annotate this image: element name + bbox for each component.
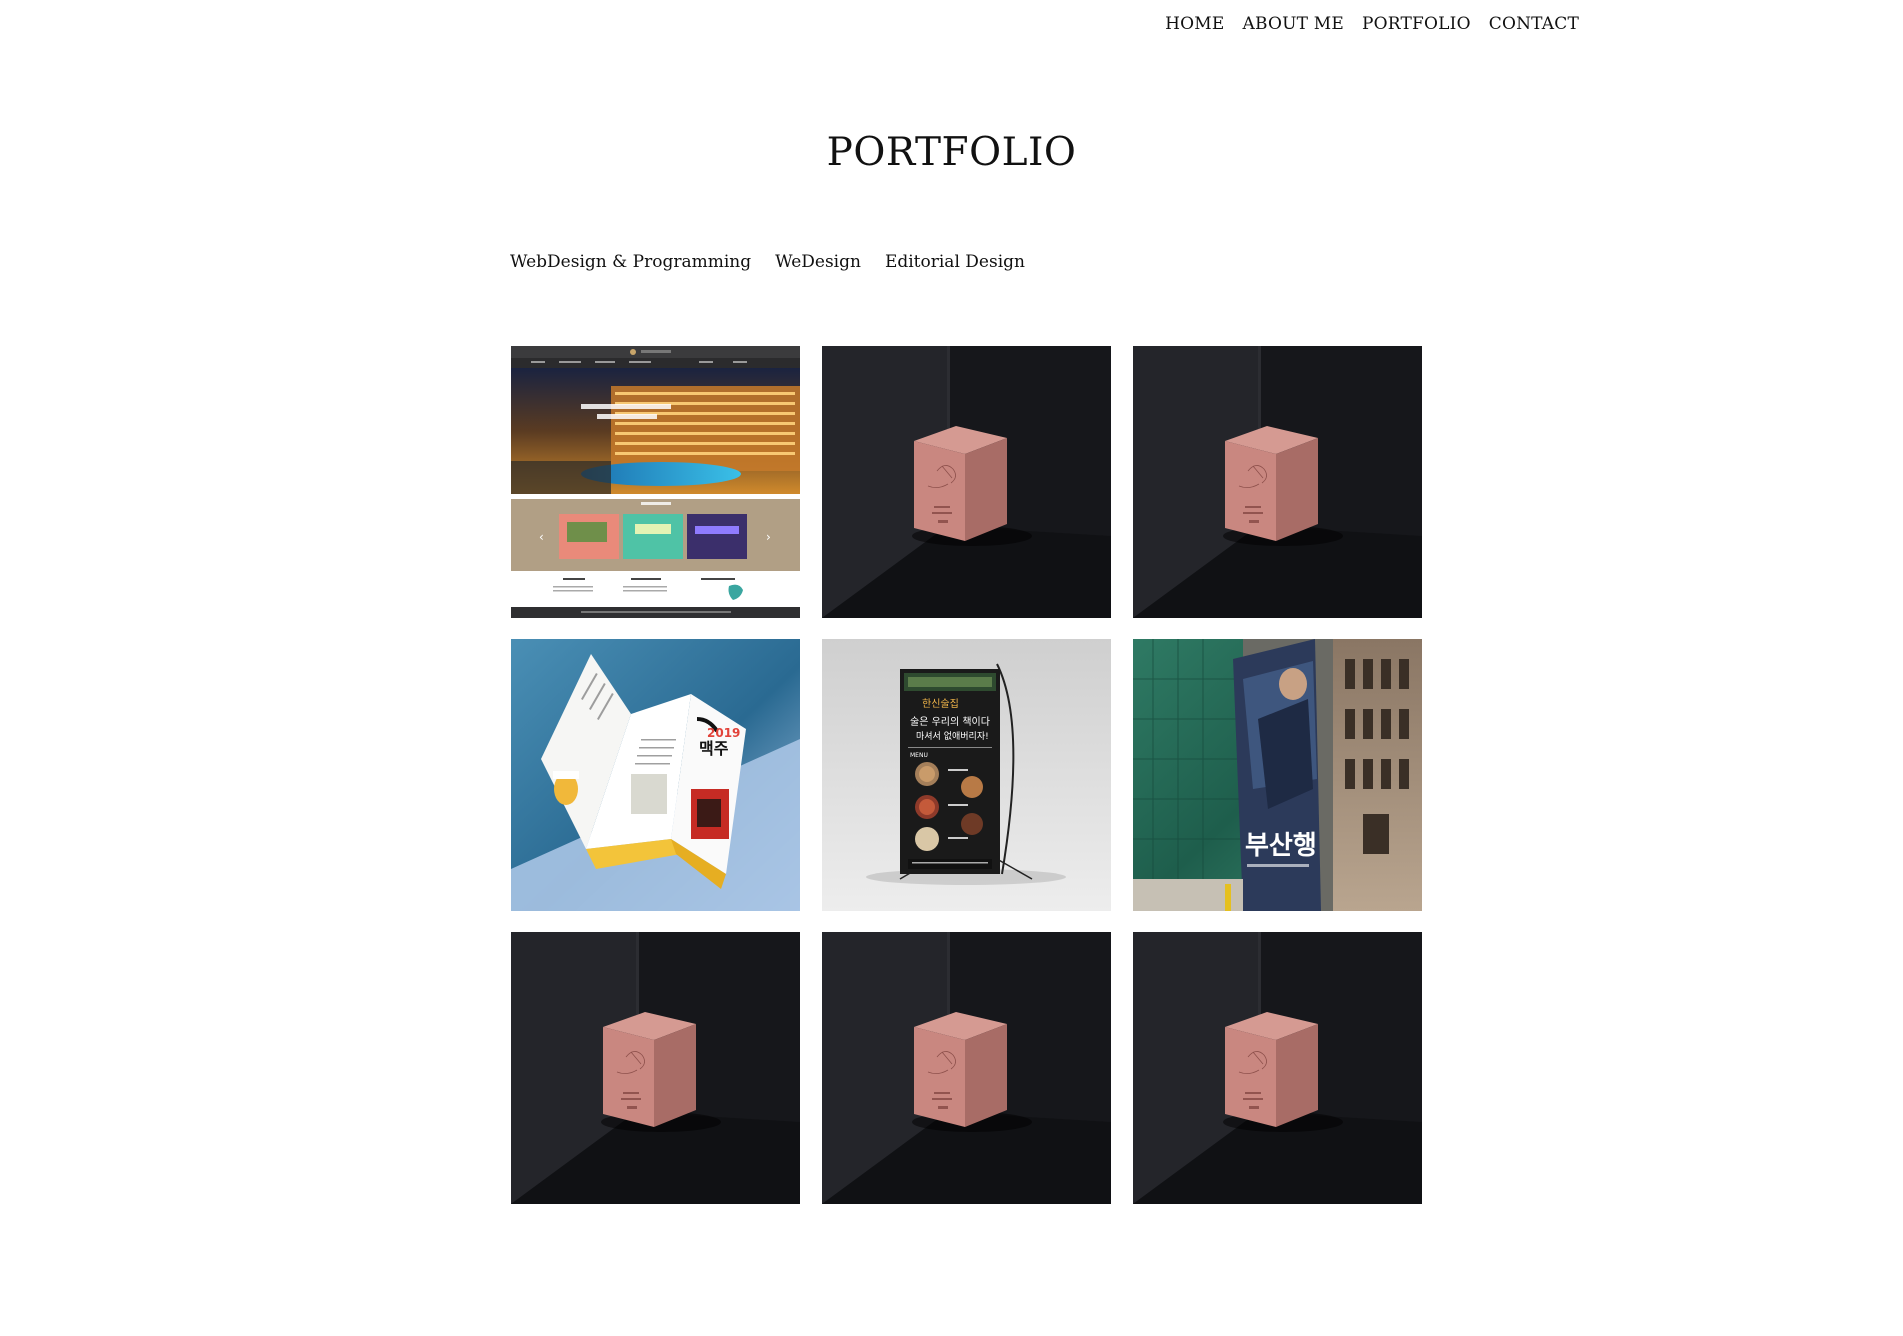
filter-webdesign-programming[interactable]: WebDesign & Programming	[510, 252, 751, 272]
svg-text:한신술집: 한신술집	[922, 698, 959, 710]
svg-text:술은 우리의 책이다: 술은 우리의 책이다	[910, 716, 990, 728]
top-nav: HOME ABOUT ME PORTFOLIO CONTACT	[1165, 14, 1579, 34]
svg-text:마셔서 없애버리자!: 마셔서 없애버리자!	[916, 731, 989, 742]
portfolio-item-billboard[interactable]: 부산행	[1133, 639, 1422, 911]
pink-box-mockup-thumbnail	[511, 932, 800, 1204]
trifold-brochure-thumbnail: 맥주 2019	[511, 639, 800, 911]
website-mockup-thumbnail: ‹ ›	[511, 346, 800, 618]
portfolio-grid: ‹ › 맥주 2019 한신술집 술은 우리의 책이다 마셔서 없애버리자! M…	[511, 346, 1422, 1204]
portfolio-item-box-4[interactable]	[822, 932, 1111, 1204]
portfolio-item-box-2[interactable]	[1133, 346, 1422, 618]
pink-box-mockup-thumbnail	[822, 346, 1111, 618]
svg-text:맥주: 맥주	[699, 739, 729, 758]
portfolio-item-brochure[interactable]: 맥주 2019	[511, 639, 800, 911]
portfolio-item-box-3[interactable]	[511, 932, 800, 1204]
filter-wedesign[interactable]: WeDesign	[775, 252, 861, 272]
pink-box-mockup-thumbnail	[822, 932, 1111, 1204]
portfolio-item-box-5[interactable]	[1133, 932, 1422, 1204]
svg-text:‹: ‹	[539, 530, 544, 544]
x-banner-thumbnail: 한신술집 술은 우리의 책이다 마셔서 없애버리자! MENU	[822, 639, 1111, 911]
category-filters: WebDesign & Programming WeDesign Editori…	[510, 252, 1025, 272]
page-title: PORTFOLIO	[826, 130, 1077, 175]
portfolio-item-x-banner[interactable]: 한신술집 술은 우리의 책이다 마셔서 없애버리자! MENU	[822, 639, 1111, 911]
svg-text:›: ›	[766, 530, 771, 544]
nav-about-me[interactable]: ABOUT ME	[1243, 14, 1345, 34]
billboard-poster-thumbnail: 부산행	[1133, 639, 1422, 911]
pink-box-mockup-thumbnail	[1133, 932, 1422, 1204]
svg-text:부산행: 부산행	[1245, 831, 1317, 861]
filter-editorial-design[interactable]: Editorial Design	[885, 252, 1025, 272]
nav-contact[interactable]: CONTACT	[1489, 14, 1579, 34]
portfolio-item-website[interactable]: ‹ ›	[511, 346, 800, 618]
nav-home[interactable]: HOME	[1165, 14, 1224, 34]
svg-text:MENU: MENU	[910, 752, 928, 759]
nav-portfolio[interactable]: PORTFOLIO	[1362, 14, 1471, 34]
pink-box-mockup-thumbnail	[1133, 346, 1422, 618]
portfolio-item-box-1[interactable]	[822, 346, 1111, 618]
svg-text:2019: 2019	[707, 726, 740, 740]
